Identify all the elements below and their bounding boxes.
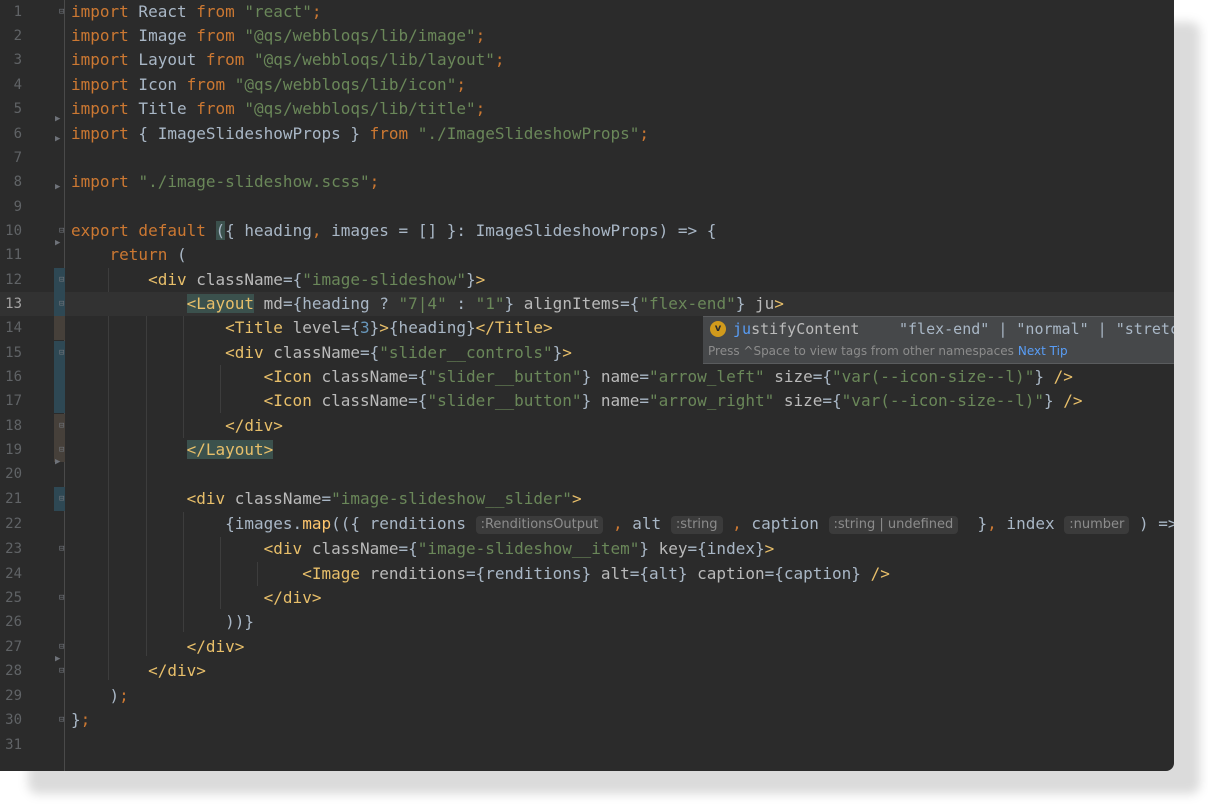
code-line[interactable]: 8 ▶ import "./image-slideshow.scss"; [0,170,1174,194]
completion-footer: Press ^Space to view tags from other nam… [708,343,1068,359]
code-line[interactable]: 7 [0,146,1174,170]
fold-icon[interactable]: ⊟ [59,275,64,285]
code-line[interactable]: 25 ⊟ </div> [0,586,1174,610]
code-line[interactable]: 11 return ( [0,243,1174,267]
change-marker [54,316,65,340]
code-line[interactable]: 19 ⊟ ▶ </Layout> [0,438,1174,467]
code-line[interactable]: 9 [0,195,1174,219]
code-line[interactable]: 29 ); [0,684,1174,708]
breakpoint-arrow-icon: ▶ [55,114,61,124]
code-line[interactable]: 17 <Icon className={"slider__button"} na… [0,389,1174,413]
fold-icon[interactable]: ⊟ [59,666,64,676]
code-line[interactable]: 3 import Layout from "@qs/webbloqs/lib/l… [0,48,1174,72]
next-tip-link[interactable]: Next Tip [1018,344,1068,358]
line-number: 21 [5,491,22,507]
line-number: 28 [5,663,22,679]
change-marker [54,389,65,413]
fold-icon[interactable]: ⊟ [59,7,64,17]
line-number: 2 [13,28,22,44]
code-line[interactable]: 6 ▶ ▶ import { ImageSlideshowProps } fro… [0,114,1174,146]
fold-icon[interactable]: ⊟ [59,421,64,431]
change-marker [54,365,65,389]
line-number: 11 [5,247,22,263]
code-line[interactable]: 26 ))} [0,610,1174,634]
line-number: 20 [5,466,22,482]
line-number: 8 [13,174,22,190]
code-line[interactable]: 22 {images.map(({ renditions :Renditions… [0,512,1174,536]
code-line[interactable]: 18 ⊟ </div> [0,414,1174,438]
completion-item-name[interactable]: justifyContent [733,318,859,340]
line-number: 9 [13,199,22,215]
code-line[interactable]: 12 ⊟ <div className={"image-slideshow"}> [0,268,1174,292]
breakpoint-arrow-icon: ▶ [55,182,61,192]
completion-match-prefix: ju [733,320,752,338]
line-number: 30 [5,712,22,728]
code-line[interactable]: 28 ⊟ </div> [0,659,1174,683]
fold-icon[interactable]: ⊟ [59,715,64,725]
code-line[interactable]: 23 ⊟ <div className={"image-slideshow__i… [0,537,1174,561]
code-line[interactable]: 2 import Image from "@qs/webbloqs/lib/im… [0,24,1174,48]
code-line[interactable]: 16 <Icon className={"slider__button"} na… [0,365,1174,389]
line-number: 18 [5,418,22,434]
code-line[interactable]: 4 import Icon from "@qs/webbloqs/lib/ico… [0,73,1174,97]
code-line-current[interactable]: 13 ⊟ <Layout md={heading ? "7|4" : "1"} … [0,292,1174,316]
line-number: 13 [5,296,22,312]
fold-icon[interactable]: ⊟ [59,299,64,309]
line-number: 4 [13,77,22,93]
fold-icon[interactable]: ⊟ [59,494,64,504]
code-line[interactable]: 5 import Title from "@qs/webbloqs/lib/ti… [0,97,1174,121]
line-number: 24 [5,566,22,582]
line-number: 12 [5,272,22,288]
code-line[interactable]: 10 ⊟ ▶ export default ({ heading, images… [0,219,1174,248]
line-number: 23 [5,541,22,557]
attribute-kind-icon: v [710,321,726,337]
line-number: 14 [5,320,22,336]
line-number: 5 [13,101,22,117]
line-number: 7 [13,150,22,166]
line-number: 29 [5,688,22,704]
fold-icon[interactable]: ⊟ [59,226,64,236]
line-number: 3 [13,52,22,68]
autocomplete-popup[interactable]: v justifyContent "flex-end" | "normal" |… [703,316,1174,364]
code-line[interactable]: 31 [0,733,1174,757]
line-number: 15 [5,345,22,361]
line-number: 6 [13,126,22,142]
code-line[interactable]: 24 <Image renditions={renditions} alt={a… [0,562,1174,586]
line-number: 22 [5,516,22,532]
code-line[interactable]: 20 [0,462,1174,486]
line-number: 27 [5,639,22,655]
line-number: 31 [5,737,22,753]
line-number: 16 [5,369,22,385]
breakpoint-arrow-icon: ▶ [55,134,61,144]
fold-icon[interactable]: ⊟ [59,593,64,603]
code-line[interactable]: 21 ⊟ <div className="image-slideshow__sl… [0,487,1174,511]
line-number: 26 [5,614,22,630]
line-number: 19 [5,442,22,458]
code-line[interactable]: 30 ⊟ }; [0,708,1174,732]
line-number: 25 [5,590,22,606]
line-number: 10 [5,223,22,239]
fold-icon[interactable]: ⊟ [59,642,64,652]
completion-footer-hint: Press ^Space to view tags from other nam… [708,344,1014,358]
fold-icon[interactable]: ⊟ [59,544,64,554]
code-line[interactable]: 27 ⊟ ▶ </div> [0,635,1174,664]
fold-icon[interactable]: ⊟ [59,445,64,455]
line-number: 17 [5,393,22,409]
line-number: 1 [13,4,22,20]
completion-type-values: "flex-end" | "normal" | "stretch" [899,320,1174,338]
code-editor[interactable]: 1 ⊟ import React from "react"; 2 import … [0,0,1174,771]
code-line[interactable]: 1 ⊟ import React from "react"; [0,0,1174,24]
fold-icon[interactable]: ⊟ [59,348,64,358]
completion-name-rest: stifyContent [751,320,860,338]
